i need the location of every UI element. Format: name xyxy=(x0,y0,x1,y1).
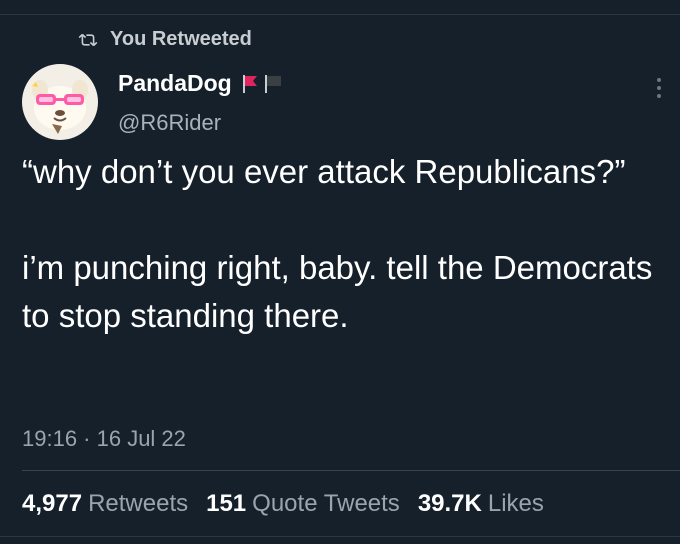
more-options-icon[interactable] xyxy=(656,76,662,100)
likes-count: 39.7K xyxy=(417,490,482,517)
tweet-text: “why don’t you ever attack Republicans?”… xyxy=(22,148,662,340)
tweet-paragraph: i’m punching right, baby. tell the Democ… xyxy=(22,249,653,334)
retweet-label: You Retweeted xyxy=(110,28,252,50)
red-flag-icon xyxy=(242,74,257,93)
author-name-row: PandaDog xyxy=(118,70,282,97)
quote-tweets-count: 151 xyxy=(206,490,247,517)
quote-tweets-label: Quote Tweets xyxy=(252,490,400,517)
top-divider xyxy=(0,14,680,15)
retweet-context: You Retweeted xyxy=(78,28,252,51)
flag-icons xyxy=(242,74,282,94)
author-display-name[interactable]: PandaDog xyxy=(118,70,232,97)
quote-tweets-stat[interactable]: 151 Quote Tweets xyxy=(206,490,400,518)
likes-label: Likes xyxy=(487,490,544,517)
tweet-timestamp[interactable]: 19:16 · 16 Jul 22 xyxy=(22,426,186,452)
author-handle[interactable]: @R6Rider xyxy=(118,110,221,136)
bottom-divider xyxy=(0,536,680,537)
tweet-paragraph: “why don’t you ever attack Republicans?” xyxy=(22,153,626,190)
black-flag-icon xyxy=(264,74,281,93)
likes-stat[interactable]: 39.7K Likes xyxy=(418,490,544,518)
stats-divider xyxy=(22,470,680,471)
retweets-label: Retweets xyxy=(88,490,189,517)
engagement-stats: 4,977 Retweets 151 Quote Tweets 39.7K Li… xyxy=(22,490,544,518)
retweets-stat[interactable]: 4,977 Retweets xyxy=(22,490,188,518)
panda-dog-avatar-icon xyxy=(32,80,88,134)
retweet-icon xyxy=(78,33,98,46)
avatar[interactable] xyxy=(22,64,98,140)
retweets-count: 4,977 xyxy=(22,490,83,517)
